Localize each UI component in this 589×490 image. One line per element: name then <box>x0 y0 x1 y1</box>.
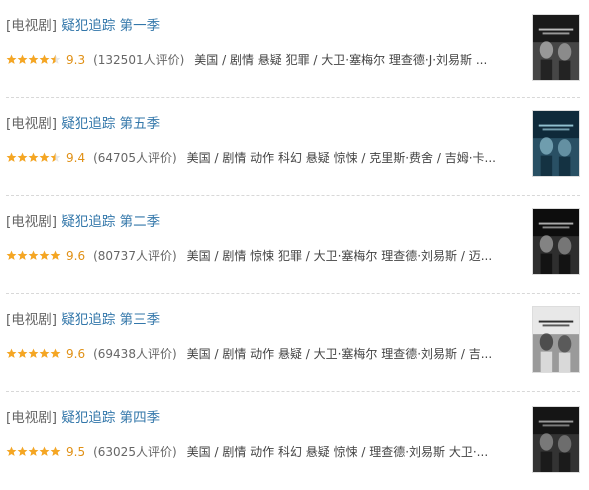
star-icon <box>50 54 61 65</box>
poster-image[interactable] <box>532 208 580 275</box>
star-icon <box>17 250 28 261</box>
star-icon <box>28 250 39 261</box>
info-text: 美国 / 剧情 悬疑 犯罪 / 大卫·塞梅尔 理查德·J·刘易斯 ... <box>194 53 488 67</box>
poster-image[interactable] <box>532 14 580 81</box>
star-icon <box>28 348 39 359</box>
star-icon <box>50 250 61 261</box>
category-tag: [电视剧] <box>6 410 58 426</box>
result-item: [电视剧] 疑犯追踪 第三季 9.6 (69438人评价) 美国 / 剧情 动作… <box>0 294 589 392</box>
star-icon <box>6 348 17 359</box>
result-meta: 9.3 (132501人评价) 美国 / 剧情 悬疑 犯罪 / 大卫·塞梅尔 理… <box>6 51 516 68</box>
star-icon <box>39 348 50 359</box>
info-text: 美国 / 剧情 动作 科幻 悬疑 惊悚 / 理查德·刘易斯 大卫·... <box>186 445 489 459</box>
search-results-list: [电视剧] 疑犯追踪 第一季 9.3 (132501人评价) 美国 / 剧情 悬… <box>0 0 589 488</box>
result-title: [电视剧] 疑犯追踪 第二季 <box>6 210 160 230</box>
star-icon <box>39 250 50 261</box>
title-link[interactable]: 疑犯追踪 第二季 <box>61 214 160 230</box>
star-icon <box>6 152 17 163</box>
vote-count: (64705人评价) <box>93 151 177 165</box>
rating-score: 9.4 <box>66 150 86 165</box>
rating-stars <box>6 54 61 65</box>
result-title: [电视剧] 疑犯追踪 第三季 <box>6 308 160 328</box>
star-icon <box>17 54 28 65</box>
result-title: [电视剧] 疑犯追踪 第四季 <box>6 406 160 426</box>
vote-count: (69438人评价) <box>93 347 177 361</box>
result-item: [电视剧] 疑犯追踪 第四季 9.5 (63025人评价) 美国 / 剧情 动作… <box>0 392 589 490</box>
category-tag: [电视剧] <box>6 312 58 328</box>
category-tag: [电视剧] <box>6 18 58 34</box>
rating-stars <box>6 446 61 457</box>
result-meta: 9.6 (69438人评价) 美国 / 剧情 动作 悬疑 / 大卫·塞梅尔 理查… <box>6 345 516 362</box>
star-icon <box>28 54 39 65</box>
info-text: 美国 / 剧情 惊悚 犯罪 / 大卫·塞梅尔 理查德·刘易斯 / 迈... <box>186 249 493 263</box>
rating-score: 9.5 <box>66 444 86 459</box>
star-icon <box>28 446 39 457</box>
result-meta: 9.6 (80737人评价) 美国 / 剧情 惊悚 犯罪 / 大卫·塞梅尔 理查… <box>6 247 516 264</box>
star-icon <box>6 446 17 457</box>
star-icon <box>17 348 28 359</box>
category-tag: [电视剧] <box>6 214 58 230</box>
poster-image[interactable] <box>532 306 580 373</box>
star-icon <box>6 54 17 65</box>
result-meta: 9.4 (64705人评价) 美国 / 剧情 动作 科幻 悬疑 惊悚 / 克里斯… <box>6 149 516 166</box>
rating-stars <box>6 152 61 163</box>
rating-score: 9.6 <box>66 248 86 263</box>
title-link[interactable]: 疑犯追踪 第五季 <box>61 116 160 132</box>
rating-score: 9.3 <box>66 52 86 67</box>
result-title: [电视剧] 疑犯追踪 第五季 <box>6 112 160 132</box>
star-icon <box>39 446 50 457</box>
result-title: [电视剧] 疑犯追踪 第一季 <box>6 14 160 34</box>
poster-image[interactable] <box>532 406 580 473</box>
result-item: [电视剧] 疑犯追踪 第一季 9.3 (132501人评价) 美国 / 剧情 悬… <box>0 0 589 98</box>
info-text: 美国 / 剧情 动作 悬疑 / 大卫·塞梅尔 理查德·刘易斯 / 吉... <box>186 347 493 361</box>
result-item: [电视剧] 疑犯追踪 第二季 9.6 (80737人评价) 美国 / 剧情 惊悚… <box>0 196 589 294</box>
title-link[interactable]: 疑犯追踪 第四季 <box>61 410 160 426</box>
title-link[interactable]: 疑犯追踪 第三季 <box>61 312 160 328</box>
star-icon <box>17 446 28 457</box>
result-item: [电视剧] 疑犯追踪 第五季 9.4 (64705人评价) 美国 / 剧情 动作… <box>0 98 589 196</box>
star-icon <box>39 152 50 163</box>
rating-stars <box>6 250 61 261</box>
rating-score: 9.6 <box>66 346 86 361</box>
vote-count: (80737人评价) <box>93 249 177 263</box>
star-icon <box>50 446 61 457</box>
star-icon <box>50 152 61 163</box>
star-icon <box>6 250 17 261</box>
rating-stars <box>6 348 61 359</box>
star-icon <box>39 54 50 65</box>
category-tag: [电视剧] <box>6 116 58 132</box>
poster-image[interactable] <box>532 110 580 177</box>
star-icon <box>17 152 28 163</box>
info-text: 美国 / 剧情 动作 科幻 悬疑 惊悚 / 克里斯·费舍 / 吉姆·卡... <box>186 151 496 165</box>
star-icon <box>50 348 61 359</box>
title-link[interactable]: 疑犯追踪 第一季 <box>61 18 160 34</box>
result-meta: 9.5 (63025人评价) 美国 / 剧情 动作 科幻 悬疑 惊悚 / 理查德… <box>6 443 516 460</box>
star-icon <box>28 152 39 163</box>
vote-count: (63025人评价) <box>93 445 177 459</box>
vote-count: (132501人评价) <box>93 53 185 67</box>
